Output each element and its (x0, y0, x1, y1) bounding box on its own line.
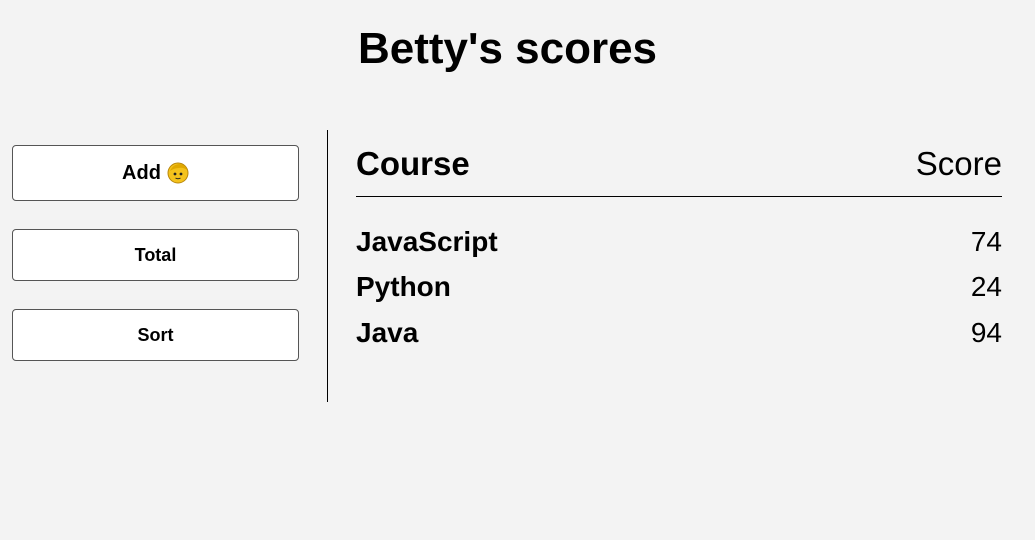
page-title: Betty's scores (357, 24, 658, 73)
score-column-header: Score (915, 145, 1002, 182)
table-row: Java 94 (356, 310, 1002, 356)
course-cell: JavaScript (356, 225, 498, 257)
page: Betty's scores Add Total Sort Course Sco… (0, 0, 1035, 540)
sidebar: Add Total Sort (12, 145, 299, 361)
course-column-header: Course (356, 145, 470, 182)
table-row: Python 24 (356, 265, 1002, 311)
add-button[interactable]: Add (12, 145, 299, 201)
sort-button[interactable]: Sort (12, 309, 299, 361)
course-cell: Python (356, 271, 451, 303)
scores-table: Course Score JavaScript 74 Python 24 Jav… (356, 142, 1002, 356)
add-button-label: Add (122, 161, 161, 184)
smiling-face-icon (167, 162, 189, 184)
score-cell: 94 (970, 316, 1002, 348)
table-header: Course Score (356, 142, 1002, 197)
score-cell: 24 (970, 271, 1002, 303)
course-cell: Java (356, 316, 419, 348)
table-row: JavaScript 74 (356, 219, 1002, 265)
table-body: JavaScript 74 Python 24 Java 94 (356, 219, 1002, 356)
score-cell: 74 (970, 225, 1002, 257)
total-button[interactable]: Total (12, 229, 299, 281)
vertical-divider (327, 130, 328, 402)
